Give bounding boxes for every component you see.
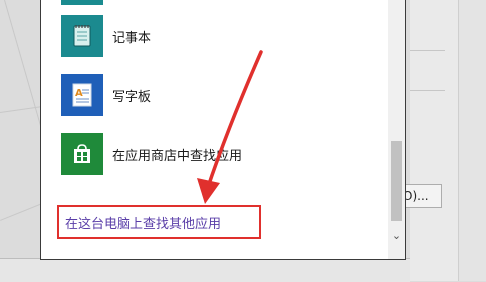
annotation-arrow bbox=[197, 50, 263, 204]
